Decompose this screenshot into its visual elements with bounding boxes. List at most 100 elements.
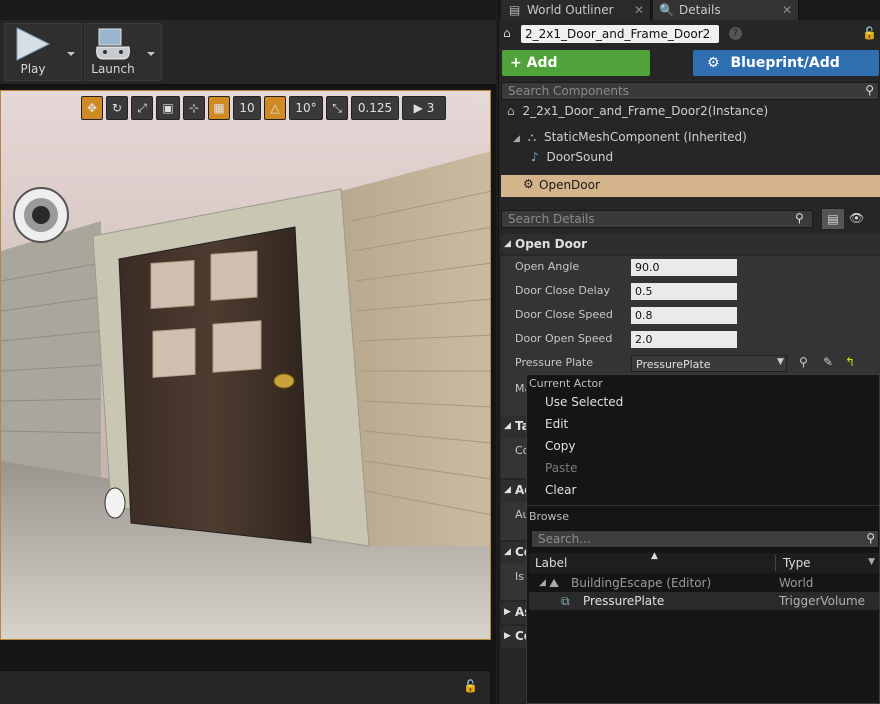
expand-arrow-icon: ▶: [504, 631, 511, 641]
tab-details[interactable]: 🔍 Details ✕: [653, 0, 799, 20]
audio-icon: ♪: [531, 150, 539, 164]
search-components-input[interactable]: Search Components: [501, 82, 879, 100]
prop-label: Door Close Delay: [515, 284, 610, 297]
menu-item-use-selected[interactable]: Use Selected: [545, 395, 623, 409]
actor-name-row: ⌂ 2_2x1_Door_and_Frame_Door2 ? 🔓: [499, 22, 880, 48]
actor-icon: ⌂: [503, 26, 511, 40]
lock-icon[interactable]: 🔓: [463, 679, 478, 693]
level-editor-area: Play Launch ✥ ↻ ⤢ ▣ ⊹ ▦ 10 △ 10° ⤡ 0.125…: [0, 0, 496, 704]
menu-item-edit[interactable]: Edit: [545, 417, 568, 431]
row-type: World: [779, 576, 814, 590]
camera-speed-button[interactable]: ▶ 3: [402, 96, 446, 120]
maximize-viewport-icon[interactable]: [476, 101, 486, 111]
column-label-header[interactable]: Label: [535, 556, 567, 570]
collapse-arrow-icon: ◢: [504, 421, 511, 431]
play-button[interactable]: Play: [4, 23, 82, 81]
component-label: OpenDoor: [539, 178, 600, 192]
actor-search-input[interactable]: Search...: [531, 530, 879, 548]
component-label: StaticMeshComponent (Inherited): [543, 130, 747, 144]
prop-value-input[interactable]: 90.0: [631, 259, 737, 276]
prop-label: Is: [515, 570, 524, 583]
add-component-button[interactable]: + Add Component ▼: [502, 50, 650, 97]
browse-icon[interactable]: ⚲: [799, 355, 808, 369]
actor-name-field[interactable]: 2_2x1_Door_and_Frame_Door2: [521, 25, 719, 43]
component-open-door[interactable]: ⚙ OpenDoor: [501, 175, 880, 197]
blueprint-add-script-button[interactable]: ⚙ Blueprint/Add Script: [693, 50, 879, 97]
prop-label: Open Angle: [515, 260, 580, 273]
prop-door-open-speed: Door Open Speed 2.0: [501, 328, 880, 352]
level-viewport[interactable]: ✥ ↻ ⤢ ▣ ⊹ ▦ 10 △ 10° ⤡ 0.125 ▶ 3: [0, 90, 491, 640]
tab-world-outliner[interactable]: ▤ World Outliner ✕: [501, 0, 651, 20]
prop-value-input[interactable]: 0.5: [631, 283, 737, 300]
actor-icon: ⌂: [507, 104, 515, 118]
prop-label: Door Open Speed: [515, 332, 613, 345]
play-icon: [16, 27, 51, 61]
actor-list-row[interactable]: ⧉ PressurePlate TriggerVolume: [529, 592, 879, 610]
search-icon: ⚲: [795, 211, 804, 225]
level-toolbar: Play Launch: [0, 20, 496, 86]
prop-label: Door Close Speed: [515, 308, 613, 321]
translate-tool-button[interactable]: ✥: [81, 96, 103, 120]
actor-list-row[interactable]: ◢ ⛰ BuildingEscape (Editor) World: [529, 574, 879, 592]
world-local-cube-icon[interactable]: ▣: [156, 96, 180, 120]
left-tab-strip: [0, 0, 496, 20]
prop-label: Pressure Plate: [515, 356, 593, 369]
grid-snap-value[interactable]: 10: [233, 96, 261, 120]
chevron-down-icon[interactable]: [67, 52, 75, 56]
sort-arrow-icon: ▲: [651, 551, 658, 561]
play-label: Play: [20, 62, 46, 76]
chevron-down-icon: ▼: [777, 357, 784, 367]
component-door-sound[interactable]: ♪ DoorSound: [531, 148, 613, 166]
rotation-snap-value[interactable]: 10°: [289, 96, 323, 120]
lock-icon[interactable]: 🔓: [862, 26, 877, 40]
outliner-icon: ▤: [509, 3, 521, 17]
launch-button[interactable]: Launch: [84, 23, 162, 81]
row-type: TriggerVolume: [779, 594, 866, 608]
pressure-plate-combo[interactable]: PressurePlate: [631, 355, 787, 372]
close-icon[interactable]: ✕: [634, 0, 644, 20]
viewport-toolbar: ✥ ↻ ⤢ ▣ ⊹ ▦ 10 △ 10° ⤡ 0.125 ▶ 3: [81, 96, 446, 122]
search-details-input[interactable]: Search Details: [501, 210, 813, 228]
menu-item-copy[interactable]: Copy: [545, 439, 575, 453]
rotate-tool-button[interactable]: ↻: [106, 96, 128, 120]
plus-icon: +: [510, 55, 522, 71]
view-options-icon[interactable]: ▼: [868, 557, 875, 567]
collapse-arrow-icon: ◢: [504, 239, 511, 249]
help-icon[interactable]: ?: [729, 27, 742, 40]
surface-snap-button[interactable]: ⊹: [183, 96, 205, 120]
pressure-plate-dropdown-menu: Current Actor Use Selected Edit Copy Pas…: [526, 374, 880, 704]
panel-tabs: ▤ World Outliner ✕ 🔍 Details ✕: [499, 0, 880, 20]
prop-value-input[interactable]: 2.0: [631, 331, 737, 348]
prop-value-input[interactable]: 0.8: [631, 307, 737, 324]
row-label: PressurePlate: [583, 594, 665, 608]
menu-divider: [527, 505, 879, 506]
menu-item-clear[interactable]: Clear: [545, 483, 576, 497]
reset-icon[interactable]: ↰: [845, 355, 855, 369]
search-icon: ⚲: [865, 83, 874, 97]
search-icon: ⚲: [866, 531, 875, 545]
expand-arrow-icon: ▶: [504, 607, 511, 617]
component-static-mesh[interactable]: ◢ ⛬ StaticMeshComponent (Inherited): [513, 128, 747, 146]
category-open-door[interactable]: ◢ Open Door: [501, 234, 880, 254]
column-divider: [775, 555, 776, 571]
category-label: Open Door: [515, 237, 588, 251]
grid-snap-icon[interactable]: ▦: [208, 96, 230, 120]
rotation-snap-icon[interactable]: △: [264, 96, 286, 120]
component-instance-root[interactable]: ⌂ 2_2x1_Door_and_Frame_Door2(Instance): [507, 102, 768, 120]
gamepad-icon: [96, 28, 130, 60]
close-icon[interactable]: ✕: [782, 0, 792, 20]
chevron-down-icon[interactable]: [147, 52, 155, 56]
scale-snap-value[interactable]: 0.125: [351, 96, 399, 120]
collapse-arrow-icon: ◢: [504, 547, 511, 557]
camera-icon: ▶: [413, 101, 423, 115]
property-matrix-button[interactable]: ▤: [821, 208, 845, 230]
picker-icon[interactable]: ✎: [823, 355, 833, 369]
launch-label: Launch: [91, 62, 135, 76]
scale-tool-button[interactable]: ⤢: [131, 96, 153, 120]
scale-snap-icon[interactable]: ⤡: [326, 96, 348, 120]
static-mesh-icon: ⛬: [527, 130, 537, 144]
actor-component-icon: ⚙: [523, 177, 534, 191]
eye-icon[interactable]: 👁: [849, 211, 864, 225]
column-type-header[interactable]: Type: [783, 556, 811, 570]
content-browser-bar: 🔓: [0, 670, 490, 704]
